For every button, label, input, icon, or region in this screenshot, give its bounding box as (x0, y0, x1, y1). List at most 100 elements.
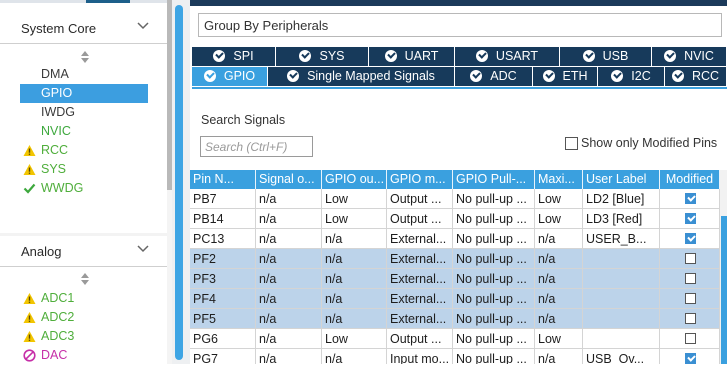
table-cell[interactable]: PG7 (190, 349, 256, 364)
table-cell[interactable]: n/a (322, 309, 387, 329)
search-signals-input[interactable] (200, 136, 313, 157)
table-cell[interactable]: No pull-up ... (453, 249, 535, 269)
table-cell[interactable]: Output ... (387, 209, 453, 229)
table-row[interactable]: PG6 n/a Low Output ... No pull-up ... Low (190, 329, 720, 349)
modified-checkbox[interactable] (685, 253, 696, 264)
table-cell[interactable]: PF3 (190, 269, 256, 289)
table-cell[interactable]: LD3 [Red] (583, 209, 660, 229)
panel-splitter[interactable] (172, 0, 190, 364)
table-cell[interactable]: n/a (535, 349, 583, 364)
sort-arrows-icon[interactable] (80, 50, 90, 64)
table-cell[interactable]: External... (387, 249, 453, 269)
table-cell[interactable]: PC13 (190, 229, 256, 249)
chevron-down-icon[interactable] (136, 19, 150, 33)
table-cell[interactable]: External... (387, 269, 453, 289)
table-row[interactable]: PB7 n/a Low Output ... No pull-up ... Low LD2 … (190, 189, 720, 209)
table-cell[interactable]: LD2 [Blue] (583, 189, 660, 209)
modified-checkbox[interactable] (685, 353, 696, 364)
modified-checkbox[interactable] (685, 293, 696, 304)
table-cell[interactable]: n/a (256, 229, 322, 249)
tree-item-adc2[interactable]: ADC2 (20, 308, 148, 327)
table-cell[interactable]: n/a (535, 269, 583, 289)
chevron-down-icon[interactable] (136, 242, 150, 256)
modified-checkbox[interactable] (685, 233, 696, 244)
table-cell[interactable]: n/a (322, 349, 387, 364)
table-cell[interactable]: Low (535, 209, 583, 229)
table-cell[interactable]: n/a (322, 249, 387, 269)
tab-nvic[interactable]: NVIC (652, 47, 727, 66)
tab-rcc[interactable]: RCC (665, 67, 727, 86)
group-by-select[interactable]: Group By Peripherals (198, 13, 722, 37)
tab-i2c[interactable]: I2C (598, 67, 665, 86)
tree-item-rcc[interactable]: RCC (20, 141, 148, 160)
table-cell[interactable]: Low (535, 329, 583, 349)
table-cell[interactable]: No pull-up ... (453, 209, 535, 229)
table-cell[interactable]: Low (322, 209, 387, 229)
tree-item-adc1[interactable]: ADC1 (20, 289, 148, 308)
tree-item-sys[interactable]: SYS (20, 160, 148, 179)
table-scrollbar[interactable] (720, 170, 727, 364)
tree-item-wwdg[interactable]: WWDG (20, 179, 148, 198)
tree-item-iwdg[interactable]: IWDG (20, 103, 148, 122)
table-cell[interactable]: No pull-up ... (453, 329, 535, 349)
tree-item-gpio[interactable]: GPIO (20, 84, 148, 103)
tab-uart[interactable]: UART (369, 47, 455, 66)
table-cell[interactable]: Low (322, 329, 387, 349)
table-cell[interactable]: Output ... (387, 189, 453, 209)
tree-item-dma[interactable]: DMA (20, 65, 148, 84)
table-cell[interactable]: n/a (535, 309, 583, 329)
active-category-tab[interactable] (86, 0, 130, 3)
column-header[interactable]: User Label (583, 170, 660, 189)
table-cell[interactable]: USB_Ov... (583, 349, 660, 364)
table-cell[interactable] (583, 309, 660, 329)
table-cell[interactable]: PB14 (190, 209, 256, 229)
table-row[interactable]: PF2 n/a n/a External... No pull-up ... n/a (190, 249, 720, 269)
tree-item-dac[interactable]: DAC (20, 346, 148, 365)
tree-item-nvic[interactable]: NVIC (20, 122, 148, 141)
tab-spi[interactable]: SPI (192, 47, 276, 66)
table-cell[interactable] (583, 329, 660, 349)
table-row[interactable]: PF5 n/a n/a External... No pull-up ... n/a (190, 309, 720, 329)
table-cell[interactable]: No pull-up ... (453, 189, 535, 209)
tab-usb[interactable]: USB (560, 47, 652, 66)
tab-eth[interactable]: ETH (533, 67, 598, 86)
table-cell[interactable]: n/a (535, 249, 583, 269)
tab-gpio[interactable]: GPIO (192, 67, 268, 86)
table-cell[interactable]: n/a (322, 289, 387, 309)
table-cell[interactable]: PF2 (190, 249, 256, 269)
column-header[interactable]: Signal o... (256, 170, 322, 189)
modified-checkbox[interactable] (685, 313, 696, 324)
modified-checkbox[interactable] (685, 193, 696, 204)
table-cell[interactable]: Low (322, 189, 387, 209)
table-cell[interactable]: Output ... (387, 329, 453, 349)
table-row[interactable]: PF4 n/a n/a External... No pull-up ... n/a (190, 289, 720, 309)
table-row[interactable]: PC13 n/a n/a External... No pull-up ... n/a US… (190, 229, 720, 249)
splitter-handle[interactable] (175, 5, 183, 360)
table-cell[interactable] (583, 289, 660, 309)
table-cell[interactable]: n/a (256, 289, 322, 309)
column-header[interactable]: Pin N... (190, 170, 256, 189)
modified-checkbox[interactable] (685, 333, 696, 344)
modified-checkbox[interactable] (685, 213, 696, 224)
section-header-analog[interactable]: Analog (0, 236, 167, 267)
table-cell[interactable]: n/a (256, 349, 322, 364)
column-header[interactable]: Modified (660, 170, 720, 189)
show-modified-checkbox[interactable] (565, 137, 578, 150)
table-row[interactable]: PF3 n/a n/a External... No pull-up ... n/a (190, 269, 720, 289)
tab-usart[interactable]: USART (455, 47, 560, 66)
column-header[interactable]: Maxi... (535, 170, 583, 189)
table-cell[interactable]: External... (387, 289, 453, 309)
table-cell[interactable]: n/a (256, 189, 322, 209)
sort-arrows-icon[interactable] (80, 272, 90, 286)
table-cell[interactable] (583, 269, 660, 289)
table-cell[interactable]: No pull-up ... (453, 229, 535, 249)
table-cell[interactable]: n/a (256, 329, 322, 349)
table-cell[interactable]: n/a (256, 309, 322, 329)
table-cell[interactable]: No pull-up ... (453, 309, 535, 329)
tab-adc[interactable]: ADC (455, 67, 533, 86)
table-cell[interactable]: No pull-up ... (453, 269, 535, 289)
table-row[interactable]: PB14 n/a Low Output ... No pull-up ... Low LD3… (190, 209, 720, 229)
section-header-system-core[interactable]: System Core (0, 13, 167, 44)
table-cell[interactable]: n/a (256, 209, 322, 229)
table-cell[interactable]: PF5 (190, 309, 256, 329)
